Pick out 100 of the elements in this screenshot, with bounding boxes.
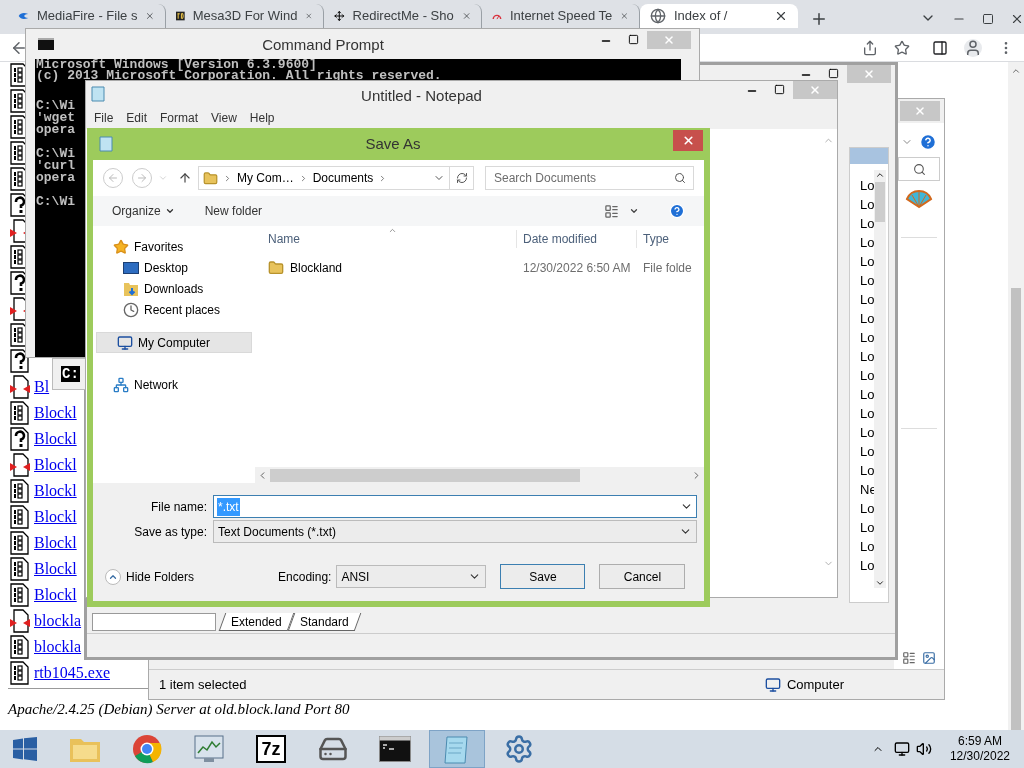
menu-item[interactable]: Help (249, 109, 275, 127)
bookmark-star-icon[interactable] (894, 39, 910, 56)
list-item[interactable]: Lo (860, 176, 876, 195)
list-item[interactable]: Lo (860, 328, 876, 347)
file-link[interactable]: Blockl (34, 557, 77, 581)
sheet-tab[interactable]: Standard (287, 613, 361, 631)
preview-view-icon[interactable] (922, 651, 936, 665)
terminal-icon (379, 736, 411, 762)
list-item[interactable]: Lo (860, 499, 876, 518)
start-logo-icon[interactable] (13, 737, 37, 761)
close-icon[interactable] (1010, 12, 1024, 26)
file-link[interactable]: blockla (34, 609, 82, 633)
menu-item[interactable]: Edit (126, 109, 148, 127)
column-header[interactable]: Date modified (516, 230, 636, 248)
details-view-icon[interactable] (902, 651, 916, 665)
scroll-up-icon[interactable] (1011, 66, 1021, 76)
scrollbar-thumb[interactable] (270, 468, 580, 482)
hide-folders-button[interactable]: Hide Folders (105, 567, 195, 586)
list-item[interactable]: Lo (860, 537, 876, 556)
organize-menu[interactable]: Organize (112, 202, 175, 220)
close-tab-icon[interactable] (774, 9, 788, 23)
file-row[interactable]: Blockland 12/30/2022 6:50 AM File folde (255, 256, 704, 280)
save-button[interactable]: Save (500, 564, 586, 589)
list-item[interactable]: Lo (860, 442, 876, 461)
share-icon[interactable] (862, 39, 878, 56)
clock[interactable]: 6:59 AM 12/30/2022 (949, 734, 1010, 764)
list-item[interactable]: Lo (860, 233, 876, 252)
list-item[interactable]: Lo (860, 290, 876, 309)
view-options-icon[interactable] (604, 203, 619, 219)
list-item[interactable]: Lo (860, 461, 876, 480)
file-link[interactable]: Blockl (34, 505, 77, 529)
binary-file-icon (10, 401, 30, 425)
list-item[interactable]: Lo (860, 366, 876, 385)
address-bar[interactable]: My Com… Documents (198, 166, 474, 190)
scroll-down-icon[interactable] (875, 578, 885, 588)
file-link[interactable]: Blockl (34, 583, 77, 607)
file-link[interactable]: Blockl (34, 401, 77, 425)
browser-tab[interactable]: Index of / (640, 4, 798, 28)
scroll-up-icon[interactable] (875, 170, 885, 180)
file-link[interactable]: Bl (34, 375, 50, 399)
network-status-icon[interactable] (893, 741, 910, 757)
close-icon (863, 68, 875, 80)
maximize-icon[interactable] (828, 68, 839, 79)
side-panel-icon[interactable] (932, 39, 948, 56)
list-item[interactable]: Lo (860, 556, 876, 575)
desktop-icon (123, 261, 139, 274)
input-field[interactable] (92, 613, 216, 631)
nav-item[interactable]: My Computer (96, 332, 252, 353)
scrollbar-thumb[interactable] (1011, 288, 1021, 730)
list-item[interactable]: Lo (860, 347, 876, 366)
menu-item[interactable]: View (211, 109, 237, 127)
notepad-icon (99, 136, 113, 152)
new-folder-button[interactable]: New folder (204, 202, 263, 220)
file-link[interactable]: blockla (34, 635, 82, 659)
list-item[interactable]: Lo (860, 309, 876, 328)
taskbar-app[interactable]: 7z (243, 730, 299, 768)
file-type-dropdown[interactable]: Text Documents (*.txt) (213, 520, 697, 543)
search-field[interactable]: Search Documents (485, 166, 694, 190)
nav-item[interactable]: Desktop (93, 257, 255, 278)
restore-icon[interactable] (982, 13, 994, 25)
encoding-dropdown[interactable]: ANSI (336, 565, 487, 588)
nav-item[interactable]: Recent places (93, 299, 255, 320)
list-item[interactable]: Lo (860, 214, 876, 233)
list-item[interactable]: Lo (860, 252, 876, 271)
close-button[interactable] (673, 129, 703, 151)
binary-file-icon (10, 531, 30, 555)
console-line: C:\Wi (36, 100, 75, 112)
cancel-button[interactable]: Cancel (599, 564, 686, 589)
file-link[interactable]: Blockl (34, 427, 77, 451)
menu-item[interactable]: Format (160, 109, 199, 127)
breadcrumb-item[interactable]: Documents (312, 169, 374, 187)
list-item[interactable]: Lo (860, 404, 876, 423)
profile-icon[interactable] (964, 38, 982, 57)
maximize-icon[interactable] (774, 84, 785, 95)
file-link[interactable]: Blockl (34, 453, 77, 477)
nav-item[interactable]: Downloads (93, 278, 255, 299)
help-icon[interactable] (669, 203, 685, 219)
nav-item[interactable]: Favorites (93, 236, 255, 257)
file-link[interactable]: Blockl (34, 531, 77, 555)
column-header[interactable]: Type (636, 230, 669, 248)
list-item[interactable]: Lo (860, 385, 876, 404)
list-item[interactable]: Lo (860, 195, 876, 214)
file-link[interactable]: Blockl (34, 479, 77, 503)
new-tab-icon[interactable] (810, 10, 828, 28)
nav-item[interactable]: Network (93, 374, 255, 395)
column-header[interactable]: Name (255, 230, 516, 248)
volume-icon[interactable] (915, 741, 932, 757)
help-icon[interactable] (919, 133, 937, 151)
menu-item[interactable]: File (94, 109, 114, 127)
view-dropdown-icon[interactable] (629, 206, 639, 216)
maximize-icon[interactable] (628, 34, 639, 45)
list-item[interactable]: Lo (860, 518, 876, 537)
sheet-tab[interactable]: Extended (218, 613, 294, 631)
binary-file-icon (10, 505, 30, 529)
search-field[interactable] (898, 157, 940, 181)
scrollbar-thumb[interactable] (875, 182, 885, 222)
list-item[interactable]: Lo (860, 271, 876, 290)
breadcrumb-item[interactable]: My Com… (237, 169, 294, 187)
list-item[interactable]: Lo (860, 423, 876, 442)
file-link[interactable]: rtb1045.exe (34, 661, 110, 685)
